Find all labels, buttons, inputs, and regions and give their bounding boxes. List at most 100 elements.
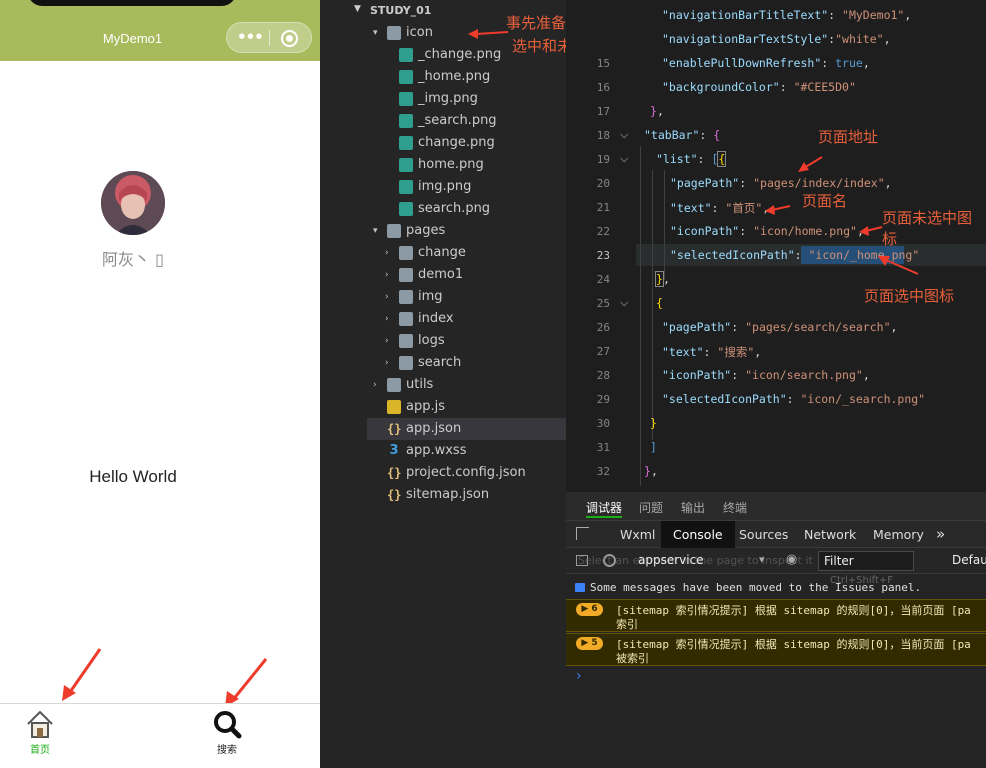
close-miniprogram-icon[interactable] bbox=[281, 30, 298, 47]
tab-wxml[interactable]: Wxml bbox=[608, 521, 667, 548]
tree-file[interactable]: {} app.json bbox=[367, 418, 566, 440]
image-file-icon bbox=[399, 202, 413, 216]
tree-file[interactable]: search.png bbox=[367, 198, 566, 220]
tree-item-label: sitemap.json bbox=[406, 487, 490, 502]
tab-terminal[interactable]: 终端 bbox=[723, 499, 747, 516]
console-filter-input[interactable]: Filter Ctrl+Shift+F bbox=[818, 551, 914, 586]
fold-chevron-icon[interactable]: ⌵ bbox=[620, 128, 632, 142]
line-number: 24 bbox=[596, 273, 610, 286]
warning-count: 5 bbox=[591, 638, 598, 648]
menu-capsule[interactable]: ••• bbox=[226, 22, 312, 53]
tree-file[interactable]: {} sitemap.json bbox=[367, 484, 566, 506]
tab-console[interactable]: Console bbox=[661, 521, 735, 548]
tab-network[interactable]: Network bbox=[792, 521, 868, 548]
inspect-element-icon[interactable] bbox=[576, 527, 589, 540]
tree-item-label: utils bbox=[406, 377, 434, 392]
chevron-right-icon[interactable]: › bbox=[385, 242, 395, 264]
dropdown-arrow-icon[interactable]: ▾ bbox=[759, 553, 765, 566]
tree-folder[interactable]: › demo1 bbox=[367, 264, 566, 286]
code-line: "pagePath": "pages/index/index", bbox=[670, 176, 892, 190]
tab-search-label: 搜索 bbox=[217, 745, 237, 756]
tab-debugger[interactable]: 调试器 bbox=[586, 499, 623, 518]
line-number: 27 bbox=[596, 345, 610, 358]
image-file-icon bbox=[399, 92, 413, 106]
tree-item-label: change.png bbox=[418, 135, 495, 150]
tab-home[interactable]: 首页 bbox=[0, 704, 80, 768]
tree-item-label: index bbox=[418, 311, 454, 326]
tree-item-label: change bbox=[418, 245, 466, 260]
json-file-icon: {} bbox=[387, 488, 402, 502]
line-number: 32 bbox=[596, 465, 610, 478]
more-dots-icon[interactable]: ••• bbox=[237, 28, 264, 46]
folder-icon bbox=[399, 246, 413, 260]
chevron-down-icon[interactable]: ▾ bbox=[373, 22, 383, 44]
avatar[interactable] bbox=[101, 171, 165, 235]
tree-folder[interactable]: › index bbox=[367, 308, 566, 330]
line-number: 17 bbox=[596, 105, 610, 118]
more-tabs-icon[interactable]: » bbox=[924, 521, 957, 548]
tab-problems[interactable]: 问题 bbox=[639, 499, 663, 516]
tree-file[interactable]: _home.png bbox=[367, 66, 566, 88]
code-line: }, bbox=[650, 104, 664, 118]
log-levels-dropdown[interactable]: Defaul bbox=[952, 553, 986, 567]
devtools-panel: 调试器 问题 输出 终端 Wxml Console Sources Networ… bbox=[566, 492, 986, 768]
tree-file[interactable]: home.png bbox=[367, 154, 566, 176]
image-file-icon bbox=[399, 180, 413, 194]
json-file-icon: {} bbox=[387, 466, 402, 480]
code-line: }, bbox=[655, 271, 670, 287]
js-file-icon bbox=[387, 400, 401, 414]
code-line: ] bbox=[650, 440, 657, 454]
warning-text: [sitemap 索引情况提示] 根据 sitemap 的规则[0]，当前页面 … bbox=[616, 604, 971, 617]
chevron-down-icon[interactable]: ▾ bbox=[373, 220, 383, 242]
tree-folder[interactable]: › img bbox=[367, 286, 566, 308]
fold-chevron-icon[interactable]: ⌵ bbox=[620, 296, 632, 310]
tree-file[interactable]: 3 app.wxss bbox=[367, 440, 566, 462]
annotation-selected-icon: 页面选中图标 bbox=[864, 287, 955, 305]
chevron-right-icon[interactable]: › bbox=[385, 352, 395, 374]
tab-output[interactable]: 输出 bbox=[681, 499, 705, 516]
tree-file[interactable]: {} project.config.json bbox=[367, 462, 566, 484]
annotation-unselected-line1: 页面未选中图 bbox=[882, 209, 973, 227]
code-line: } bbox=[650, 416, 657, 430]
folder-icon bbox=[399, 356, 413, 370]
chevron-right-icon[interactable]: › bbox=[373, 374, 383, 396]
tree-file[interactable]: app.js bbox=[367, 396, 566, 418]
status-bar-notch bbox=[28, 0, 236, 6]
tree-file[interactable]: change.png bbox=[367, 132, 566, 154]
line-number: 18 bbox=[596, 129, 610, 142]
chevron-down-icon: ▼ bbox=[354, 4, 361, 14]
chevron-right-icon[interactable]: › bbox=[385, 264, 395, 286]
tree-folder[interactable]: › logs bbox=[367, 330, 566, 352]
tree-item-label: _change.png bbox=[418, 47, 502, 62]
context-selector[interactable]: appservice bbox=[638, 553, 704, 567]
tree-file[interactable]: _img.png bbox=[367, 88, 566, 110]
chevron-right-icon[interactable]: › bbox=[385, 330, 395, 352]
tab-search[interactable]: 搜索 bbox=[187, 704, 267, 768]
tab-sources[interactable]: Sources bbox=[727, 521, 800, 548]
code-editor[interactable]: 15 16 17 18 19 20 21 22 23 24 25 26 27 28 29 30 31 32 ⌵ ⌵… bbox=[566, 0, 986, 492]
line-number: 26 bbox=[596, 321, 610, 334]
chevron-right-icon[interactable]: › bbox=[385, 286, 395, 308]
code-line: "text": "首页", bbox=[670, 201, 770, 215]
tree-file[interactable]: img.png bbox=[367, 176, 566, 198]
console-warning: ▶ 5 [sitemap 索引情况提示] 根据 sitemap 的规则[0]，当… bbox=[566, 633, 986, 666]
tree-folder[interactable]: ▾ pages bbox=[367, 220, 566, 242]
folder-icon bbox=[399, 312, 413, 326]
tree-folder[interactable]: › change bbox=[367, 242, 566, 264]
line-number: 31 bbox=[596, 441, 610, 454]
fold-chevron-icon[interactable]: ⌵ bbox=[620, 152, 632, 166]
explorer-root[interactable]: ▼ STUDY_01 bbox=[354, 4, 431, 17]
warning-count: 6 bbox=[591, 604, 598, 614]
tree-folder[interactable]: › utils bbox=[367, 374, 566, 396]
eye-icon[interactable]: ◉ bbox=[786, 552, 797, 567]
line-number: 22 bbox=[596, 225, 610, 238]
tree-file[interactable]: _search.png bbox=[367, 110, 566, 132]
image-file-icon bbox=[399, 48, 413, 62]
indent-guide bbox=[640, 146, 641, 486]
console-prompt[interactable]: › bbox=[576, 668, 582, 684]
tree-folder[interactable]: › search bbox=[367, 352, 566, 374]
file-explorer: ▼ STUDY_01 ▾ icon _change.png _home.png _img… bbox=[320, 0, 626, 768]
chevron-right-icon[interactable]: › bbox=[385, 308, 395, 330]
panel-tabbar: Wxml Console Sources Network Memory » bbox=[566, 521, 986, 548]
tree-item-label: _home.png bbox=[418, 69, 491, 84]
